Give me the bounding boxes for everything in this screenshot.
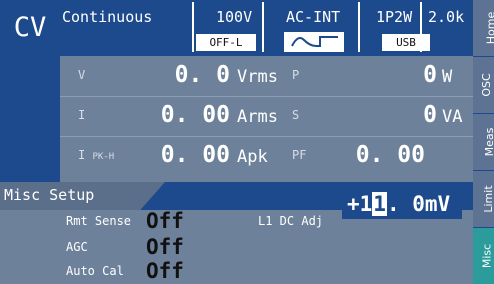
edit-cursor: 1 (372, 192, 387, 216)
peak-current-value: 0. 00 (160, 142, 230, 168)
meter-panel: V 0. 0 Vrms P 0 W I 0. 00 Arms S 0 VA I … (60, 56, 473, 182)
auto-cal-value[interactable]: Off (146, 259, 184, 283)
tab-limit[interactable]: Limit (473, 171, 494, 228)
power-factor-value: 0. 00 (355, 142, 425, 168)
tab-misc[interactable]: Misc (473, 228, 494, 284)
rmt-sense-label: Rmt Sense (66, 214, 132, 228)
peak-current-sub: PK-H (92, 152, 115, 162)
agc-label: AGC (66, 240, 88, 254)
tab-osc-label: OSC (480, 73, 494, 97)
dc-adj-label: L1 DC Adj (258, 214, 324, 228)
agc-value[interactable]: Off (146, 235, 184, 259)
current-unit: Arms (237, 107, 278, 127)
tab-meas-label: Meas (482, 127, 494, 157)
settings-panel: Rmt Sense Off L1 DC Adj AGC Off Auto Cal… (0, 209, 473, 284)
divider (192, 2, 194, 52)
tab-osc[interactable]: OSC (473, 57, 494, 114)
dc-adj-prefix: +1 (347, 192, 373, 216)
tab-home[interactable]: Home (473, 0, 494, 57)
divider (262, 2, 264, 52)
dc-adj-value[interactable]: +11. 0mV (347, 190, 450, 219)
voltage-unit: Vrms (237, 67, 278, 87)
voltage-label: V (78, 68, 86, 82)
instrument-screen: CV Continuous 100V AC-INT 1P2W 2.0k OFF-… (0, 0, 494, 284)
divider (358, 2, 360, 52)
tab-misc-label: Misc (480, 243, 494, 269)
power-unit: W (442, 67, 453, 87)
source-label: AC-INT (286, 8, 341, 26)
range-label: 100V (216, 8, 253, 26)
power-value: 0 (423, 62, 437, 88)
freq-range-label: 2.0k (428, 8, 465, 26)
rmt-sense-value[interactable]: Off (146, 209, 184, 233)
waveform-icon (284, 32, 344, 52)
apparent-power-value: 0 (423, 102, 437, 128)
phase-label: 1P2W (376, 8, 413, 26)
mode-indicator: CV (0, 0, 60, 56)
peak-current-unit: Apk (237, 147, 268, 167)
peak-current-label: I PK-H (78, 148, 114, 162)
apparent-power-unit: VA (442, 107, 463, 127)
usb-tag: USB (382, 34, 430, 51)
side-tab-bar: Home OSC Meas Limit Misc (473, 0, 494, 284)
power-factor-label: PF (292, 148, 307, 162)
limit-tag: OFF-L (196, 34, 256, 51)
voltage-value: 0. 0 (174, 62, 230, 88)
current-value: 0. 00 (160, 102, 230, 128)
tab-home-label: Home (484, 11, 494, 45)
tab-meas[interactable]: Meas (473, 114, 494, 171)
current-label: I (78, 108, 86, 122)
divider (60, 96, 473, 97)
dc-adj-suffix: . 0mV (386, 192, 451, 216)
apparent-power-label: S (292, 108, 300, 122)
tab-limit-label: Limit (482, 185, 494, 213)
auto-cal-label: Auto Cal (66, 264, 124, 278)
misc-title: Misc Setup (4, 186, 95, 204)
power-label: P (292, 68, 300, 82)
peak-current-label-main: I (78, 148, 86, 162)
run-mode-label: Continuous (62, 8, 153, 26)
divider (60, 136, 473, 137)
